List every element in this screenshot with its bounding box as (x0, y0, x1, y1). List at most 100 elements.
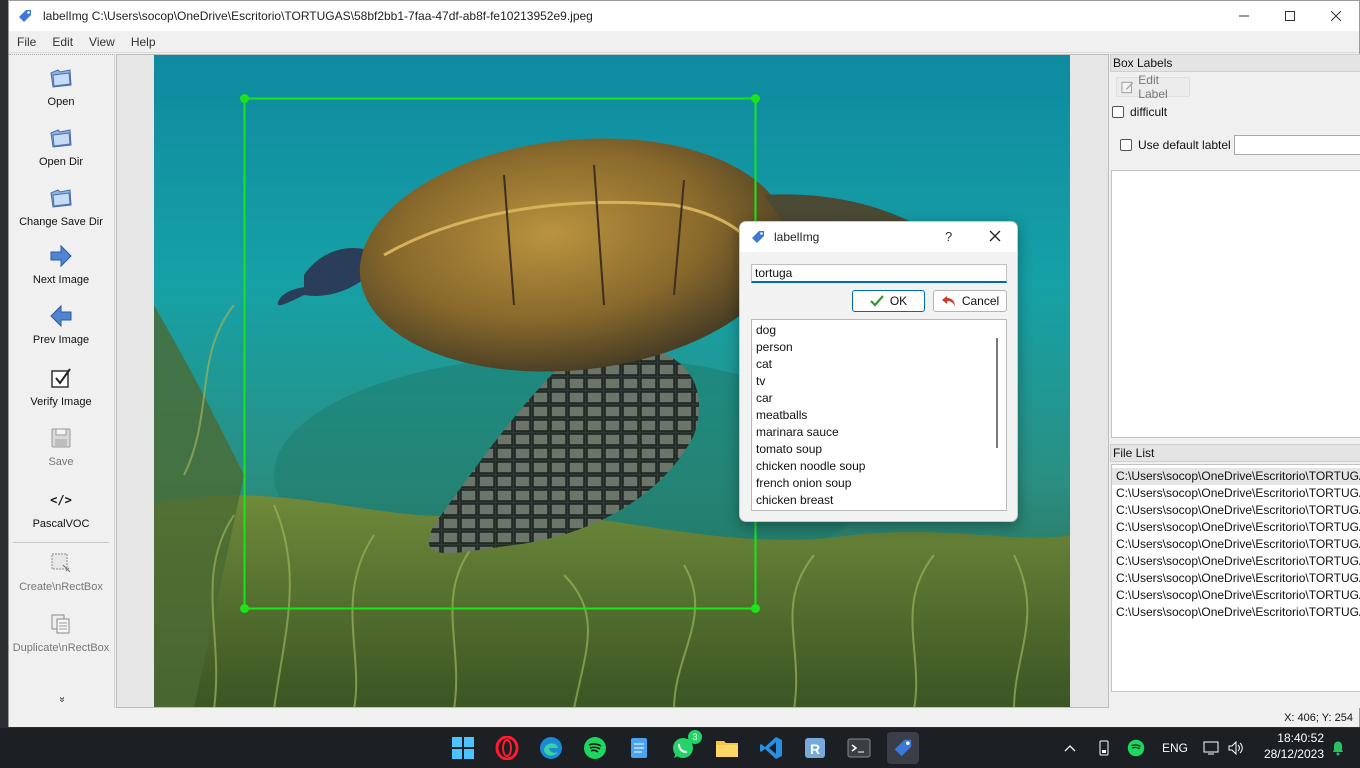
label-option[interactable]: tomato soup (752, 441, 1006, 458)
show-hidden-icons-button[interactable] (1064, 728, 1076, 768)
default-label-checkbox-row[interactable]: Use default labtel (1120, 138, 1231, 152)
duplicate-rectbox-button[interactable]: Duplicate\nRectBox (9, 610, 113, 654)
dialog-title-bar: labelImg ? (740, 222, 1017, 252)
folder-open-icon (50, 189, 72, 208)
windows-taskbar: 3 R ENG 18:40:52 28/12/2023 (0, 728, 1360, 768)
volume-tray-icon[interactable] (1228, 728, 1244, 768)
label-history-list[interactable]: dog person cat tv car meatballs marinara… (751, 319, 1007, 511)
file-list-item[interactable]: C:\Users\socop\OneDrive\Escritorio\TORTU… (1112, 468, 1360, 485)
menu-help[interactable]: Help (123, 35, 164, 49)
spotify-icon (1127, 739, 1145, 757)
create-rectbox-button[interactable]: Create\nRectBox (9, 549, 113, 593)
prev-image-button[interactable]: Prev Image (9, 302, 113, 346)
taskbar-file-explorer[interactable] (711, 732, 743, 764)
label-option[interactable]: meatballs (752, 407, 1006, 424)
taskbar-opera[interactable] (491, 732, 523, 764)
folder-icon (716, 741, 738, 757)
spotify-icon (584, 737, 606, 759)
default-label-input[interactable] (1234, 135, 1360, 155)
taskbar-spotify[interactable] (579, 732, 611, 764)
bbox-handle[interactable] (751, 94, 760, 103)
open-button[interactable]: Open (9, 64, 113, 108)
open-dir-button[interactable]: Open Dir (9, 124, 113, 168)
format-pascalvoc-button[interactable]: </> PascalVOC (9, 486, 113, 530)
menu-file[interactable]: File (9, 35, 44, 49)
notifications-button[interactable] (1331, 728, 1345, 768)
usb-tray-icon[interactable] (1098, 728, 1110, 768)
label-option[interactable]: chicken noodle soup (752, 458, 1006, 475)
check-icon (870, 295, 884, 307)
change-save-dir-label: Change Save Dir (19, 216, 103, 228)
clock-time: 18:40:52 (1277, 731, 1324, 745)
language-indicator[interactable]: ENG (1162, 728, 1188, 768)
use-default-label-text: Use default labtel (1138, 138, 1231, 152)
taskbar-whatsapp[interactable]: 3 (667, 730, 702, 764)
taskbar-rstudio[interactable]: R (799, 732, 831, 764)
labelimg-app-icon (752, 231, 764, 243)
minimize-button[interactable] (1221, 1, 1267, 31)
bbox-handle[interactable] (240, 604, 249, 613)
help-button[interactable]: ? (945, 229, 952, 244)
taskbar-terminal[interactable] (843, 732, 875, 764)
taskbar-edge[interactable] (535, 732, 567, 764)
label-option[interactable]: car (752, 390, 1006, 407)
network-tray-icon[interactable] (1203, 728, 1219, 768)
duplicate-rectbox-label: Duplicate\nRectBox (12, 642, 110, 654)
ok-button[interactable]: OK (852, 290, 925, 312)
dialog-close-button[interactable] (985, 226, 1005, 246)
taskbar-vscode[interactable] (755, 732, 787, 764)
status-bar: X: 406; Y: 254 (9, 709, 1359, 727)
cancel-label: Cancel (961, 294, 1000, 308)
file-list[interactable]: C:\Users\socop\OneDrive\Escritorio\TORTU… (1111, 464, 1360, 692)
file-list-item[interactable]: C:\Users\socop\OneDrive\Escritorio\TORTU… (1112, 485, 1360, 502)
label-option[interactable]: person (752, 339, 1006, 356)
file-list-item[interactable]: C:\Users\socop\OneDrive\Escritorio\TORTU… (1112, 570, 1360, 587)
box-labels-title: Box Labels (1110, 54, 1360, 72)
label-option[interactable]: chicken breast (752, 492, 1006, 509)
start-button[interactable] (447, 732, 479, 764)
difficult-checkbox[interactable] (1112, 106, 1124, 118)
taskbar-labelimg[interactable] (887, 732, 919, 764)
bbox-handle[interactable] (240, 94, 249, 103)
label-option[interactable]: dog (752, 322, 1006, 339)
taskbar-notepad[interactable] (623, 732, 655, 764)
maximize-button[interactable] (1267, 1, 1313, 31)
label-list-scrollbar[interactable] (996, 338, 998, 448)
file-list-item[interactable]: C:\Users\socop\OneDrive\Escritorio\TORTU… (1112, 604, 1360, 621)
label-input[interactable]: tortuga (751, 264, 1007, 283)
labelimg-app-icon (894, 739, 912, 757)
bell-icon (1333, 741, 1343, 756)
close-window-button[interactable] (1313, 1, 1359, 31)
file-list-item[interactable]: C:\Users\socop\OneDrive\Escritorio\TORTU… (1112, 536, 1360, 553)
file-list-item[interactable]: C:\Users\socop\OneDrive\Escritorio\TORTU… (1112, 502, 1360, 519)
system-clock[interactable]: 18:40:52 28/12/2023 (1264, 730, 1324, 762)
box-label-list[interactable] (1111, 170, 1360, 438)
cancel-button[interactable]: Cancel (933, 290, 1007, 312)
change-save-dir-button[interactable]: Change Save Dir (9, 184, 113, 228)
duplicate-icon (51, 614, 70, 634)
bbox-handle[interactable] (751, 604, 760, 613)
label-option[interactable]: cat (752, 356, 1006, 373)
file-list-item[interactable]: C:\Users\socop\OneDrive\Escritorio\TORTU… (1112, 587, 1360, 604)
label-option[interactable]: marinara sauce (752, 424, 1006, 441)
undo-arrow-icon (941, 296, 955, 307)
toolbar-grip[interactable] (9, 54, 113, 56)
clock-date: 28/12/2023 (1263, 747, 1324, 761)
label-option[interactable]: french onion soup (752, 475, 1006, 492)
spotify-tray-icon[interactable] (1127, 728, 1145, 768)
menu-edit[interactable]: Edit (44, 35, 81, 49)
file-list-item[interactable]: C:\Users\socop\OneDrive\Escritorio\TORTU… (1112, 553, 1360, 570)
toolbar-extension-icon[interactable]: » (57, 695, 68, 705)
next-image-button[interactable]: Next Image (9, 242, 113, 286)
close-icon (989, 230, 1001, 242)
toolbar-separator (13, 542, 109, 543)
label-option[interactable]: tv (752, 373, 1006, 390)
open-dir-label: Open Dir (38, 156, 84, 168)
use-default-label-checkbox[interactable] (1120, 139, 1132, 151)
verify-image-button[interactable]: Verify Image (9, 364, 113, 408)
save-button[interactable]: Save (9, 424, 113, 468)
file-list-item[interactable]: C:\Users\socop\OneDrive\Escritorio\TORTU… (1112, 519, 1360, 536)
edit-label-button[interactable]: Edit Label (1116, 73, 1190, 101)
difficult-checkbox-row[interactable]: difficult (1112, 105, 1167, 119)
menu-view[interactable]: View (81, 35, 123, 49)
